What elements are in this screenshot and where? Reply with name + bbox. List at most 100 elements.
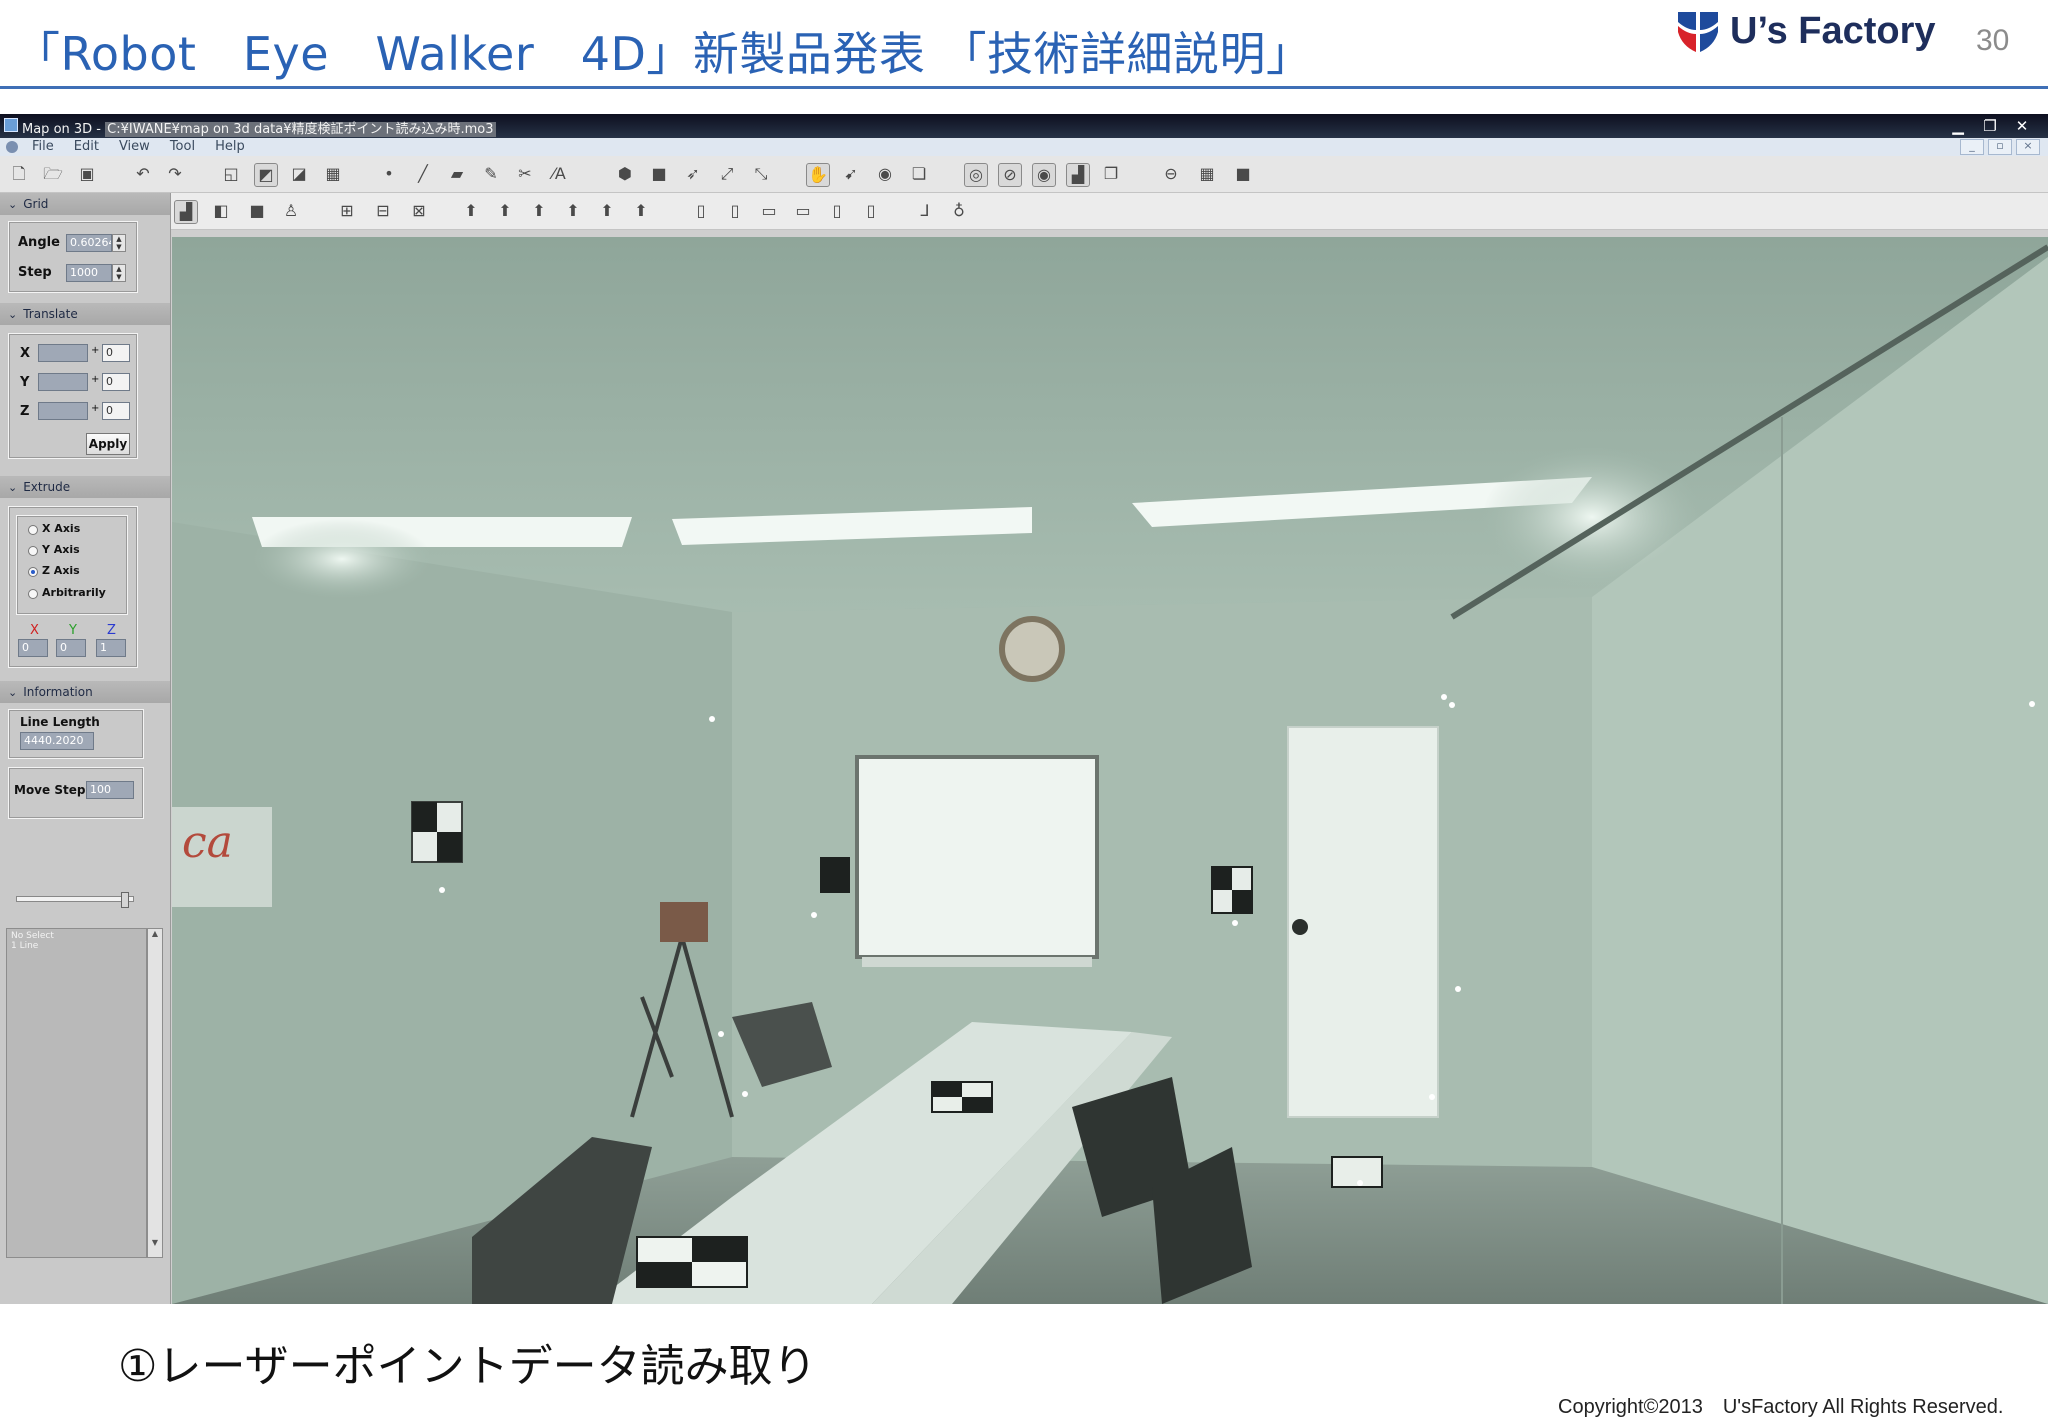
company-logo: U’s Factory	[1676, 8, 1936, 54]
line-view-icon[interactable]: ◩	[254, 163, 278, 187]
list-item[interactable]: No Select	[11, 931, 142, 941]
window-title-app: Map on 3D -	[22, 122, 106, 137]
angle-field[interactable]: 0.60264	[66, 234, 112, 252]
mdi-close-button[interactable]: ×	[2016, 139, 2040, 155]
extrude-section-header[interactable]: ⌄ Extrude	[0, 476, 170, 498]
view-mode-icon[interactable]: ◱	[220, 163, 242, 185]
undo-icon[interactable]: ↶	[132, 163, 154, 185]
hide-view-icon[interactable]: ⊘	[998, 163, 1022, 187]
menu-view[interactable]: View	[119, 139, 150, 154]
document-menu-icon[interactable]	[6, 141, 18, 153]
cut-line-icon[interactable]: ✂	[514, 163, 536, 185]
move-step-field[interactable]: 100	[86, 781, 134, 799]
z-field[interactable]	[38, 402, 88, 420]
move-step-slider[interactable]	[16, 892, 134, 908]
apply-button[interactable]: Apply	[86, 433, 130, 455]
restore-icon[interactable]: ❐	[1974, 115, 2006, 137]
stack-icon[interactable]: ❐	[1100, 163, 1122, 185]
view-back-icon[interactable]: ▯	[724, 200, 746, 222]
vector-z-field[interactable]: 1	[96, 639, 126, 657]
chart-view-icon[interactable]: ▟	[1066, 163, 1090, 187]
export-a-icon[interactable]: ⬆	[460, 200, 482, 222]
text-tool-icon[interactable]: ⁄A	[548, 163, 570, 185]
point-tool-icon[interactable]: •	[378, 163, 400, 185]
line-tool-icon[interactable]: ╱	[412, 163, 434, 185]
hand-tool-icon[interactable]: ✋	[806, 163, 830, 187]
view-top-icon[interactable]: ▯	[826, 200, 848, 222]
title-divider	[0, 86, 2048, 89]
axis-icon[interactable]: ⅃	[914, 200, 936, 222]
x-axis-radio[interactable]	[28, 525, 38, 535]
orbit-icon[interactable]: ⊖	[1160, 163, 1182, 185]
image-view-icon[interactable]: ◪	[288, 163, 310, 185]
z-offset-field[interactable]: 0	[102, 402, 130, 420]
step-field[interactable]: 1000	[66, 264, 112, 282]
view-right-icon[interactable]: ▭	[792, 200, 814, 222]
save-file-icon[interactable]: ▣	[76, 163, 98, 185]
light-icon[interactable]: ♁	[948, 200, 970, 222]
step-spinner[interactable]: ▲ ▼	[112, 264, 126, 282]
menu-help[interactable]: Help	[215, 139, 245, 154]
rectangle-tool-icon[interactable]: ■	[648, 163, 670, 185]
scroll-up-icon[interactable]: ▲	[148, 929, 162, 938]
selection-list[interactable]: No Select 1 Line	[6, 928, 147, 1258]
new-file-icon[interactable]: 🗋	[8, 163, 30, 185]
walker-icon[interactable]: ♙	[280, 200, 302, 222]
view-bottom-icon[interactable]: ▯	[860, 200, 882, 222]
redo-icon[interactable]: ↷	[164, 163, 186, 185]
view-front-icon[interactable]: ▯	[690, 200, 712, 222]
show-view-icon[interactable]: ◉	[1032, 163, 1056, 187]
x-offset-field[interactable]: 0	[102, 344, 130, 362]
scroll-down-icon[interactable]: ▼	[148, 1238, 162, 1247]
z-axis-radio[interactable]	[28, 567, 38, 577]
x-field[interactable]	[38, 344, 88, 362]
group-tool-icon[interactable]: ⬢	[614, 163, 636, 185]
vector-x-field[interactable]: 0	[18, 639, 48, 657]
solid-icon[interactable]: ■	[246, 200, 268, 222]
arbitrarily-radio[interactable]	[28, 589, 38, 599]
export-f-icon[interactable]: ⬆	[630, 200, 652, 222]
slider-handle[interactable]	[121, 892, 129, 908]
scale-tool-icon[interactable]: ⤡	[750, 163, 772, 185]
rotate-tool-icon[interactable]: ◉	[874, 163, 896, 185]
information-section-header[interactable]: ⌄ Information	[0, 681, 170, 703]
move-tool-icon[interactable]: ➹	[840, 163, 862, 185]
scene-view-icon[interactable]: ▟	[174, 200, 198, 224]
grid-section-header[interactable]: ⌄ Grid	[0, 193, 170, 215]
layer-a-icon[interactable]: ⊞	[336, 200, 358, 222]
mdi-minimize-button[interactable]: _	[1960, 139, 1984, 155]
export-c-icon[interactable]: ⬆	[528, 200, 550, 222]
plane-tool-icon[interactable]: ▰	[446, 163, 468, 185]
fill-icon[interactable]: ■	[1232, 163, 1254, 185]
close-icon[interactable]: ✕	[2006, 115, 2038, 137]
angle-spinner[interactable]: ▲ ▼	[112, 234, 126, 252]
layer-view-icon[interactable]: ▦	[322, 163, 344, 185]
export-b-icon[interactable]: ⬆	[494, 200, 516, 222]
pen-tool-icon[interactable]: ✎	[480, 163, 502, 185]
export-d-icon[interactable]: ⬆	[562, 200, 584, 222]
y-field[interactable]	[38, 373, 88, 391]
selection-list-scrollbar[interactable]: ▲ ▼	[147, 928, 163, 1258]
export-e-icon[interactable]: ⬆	[596, 200, 618, 222]
mdi-restore-button[interactable]: ▫	[1988, 139, 2012, 155]
point-cloud-viewport[interactable]: ca	[172, 237, 2048, 1304]
measure-tool-icon[interactable]: ⤢	[716, 163, 738, 185]
view-left-icon[interactable]: ▭	[758, 200, 780, 222]
camera-icon[interactable]: ◧	[210, 200, 232, 222]
open-file-icon[interactable]: 🗁	[42, 163, 64, 185]
grid-icon[interactable]: ▦	[1196, 163, 1218, 185]
menu-file[interactable]: File	[32, 139, 54, 154]
minimize-icon[interactable]: ▁	[1942, 115, 1974, 137]
menu-tool[interactable]: Tool	[170, 139, 195, 154]
select-tool-icon[interactable]: ➶	[682, 163, 704, 185]
layer-c-icon[interactable]: ⊠	[408, 200, 430, 222]
vector-y-field[interactable]: 0	[56, 639, 86, 657]
layer-b-icon[interactable]: ⊟	[372, 200, 394, 222]
y-axis-radio[interactable]	[28, 546, 38, 556]
menu-edit[interactable]: Edit	[74, 139, 99, 154]
translate-section-header[interactable]: ⌄ Translate	[0, 303, 170, 325]
list-item[interactable]: 1 Line	[11, 941, 142, 951]
eye-view-icon[interactable]: ◎	[964, 163, 988, 187]
copy-tool-icon[interactable]: ❏	[908, 163, 930, 185]
y-offset-field[interactable]: 0	[102, 373, 130, 391]
